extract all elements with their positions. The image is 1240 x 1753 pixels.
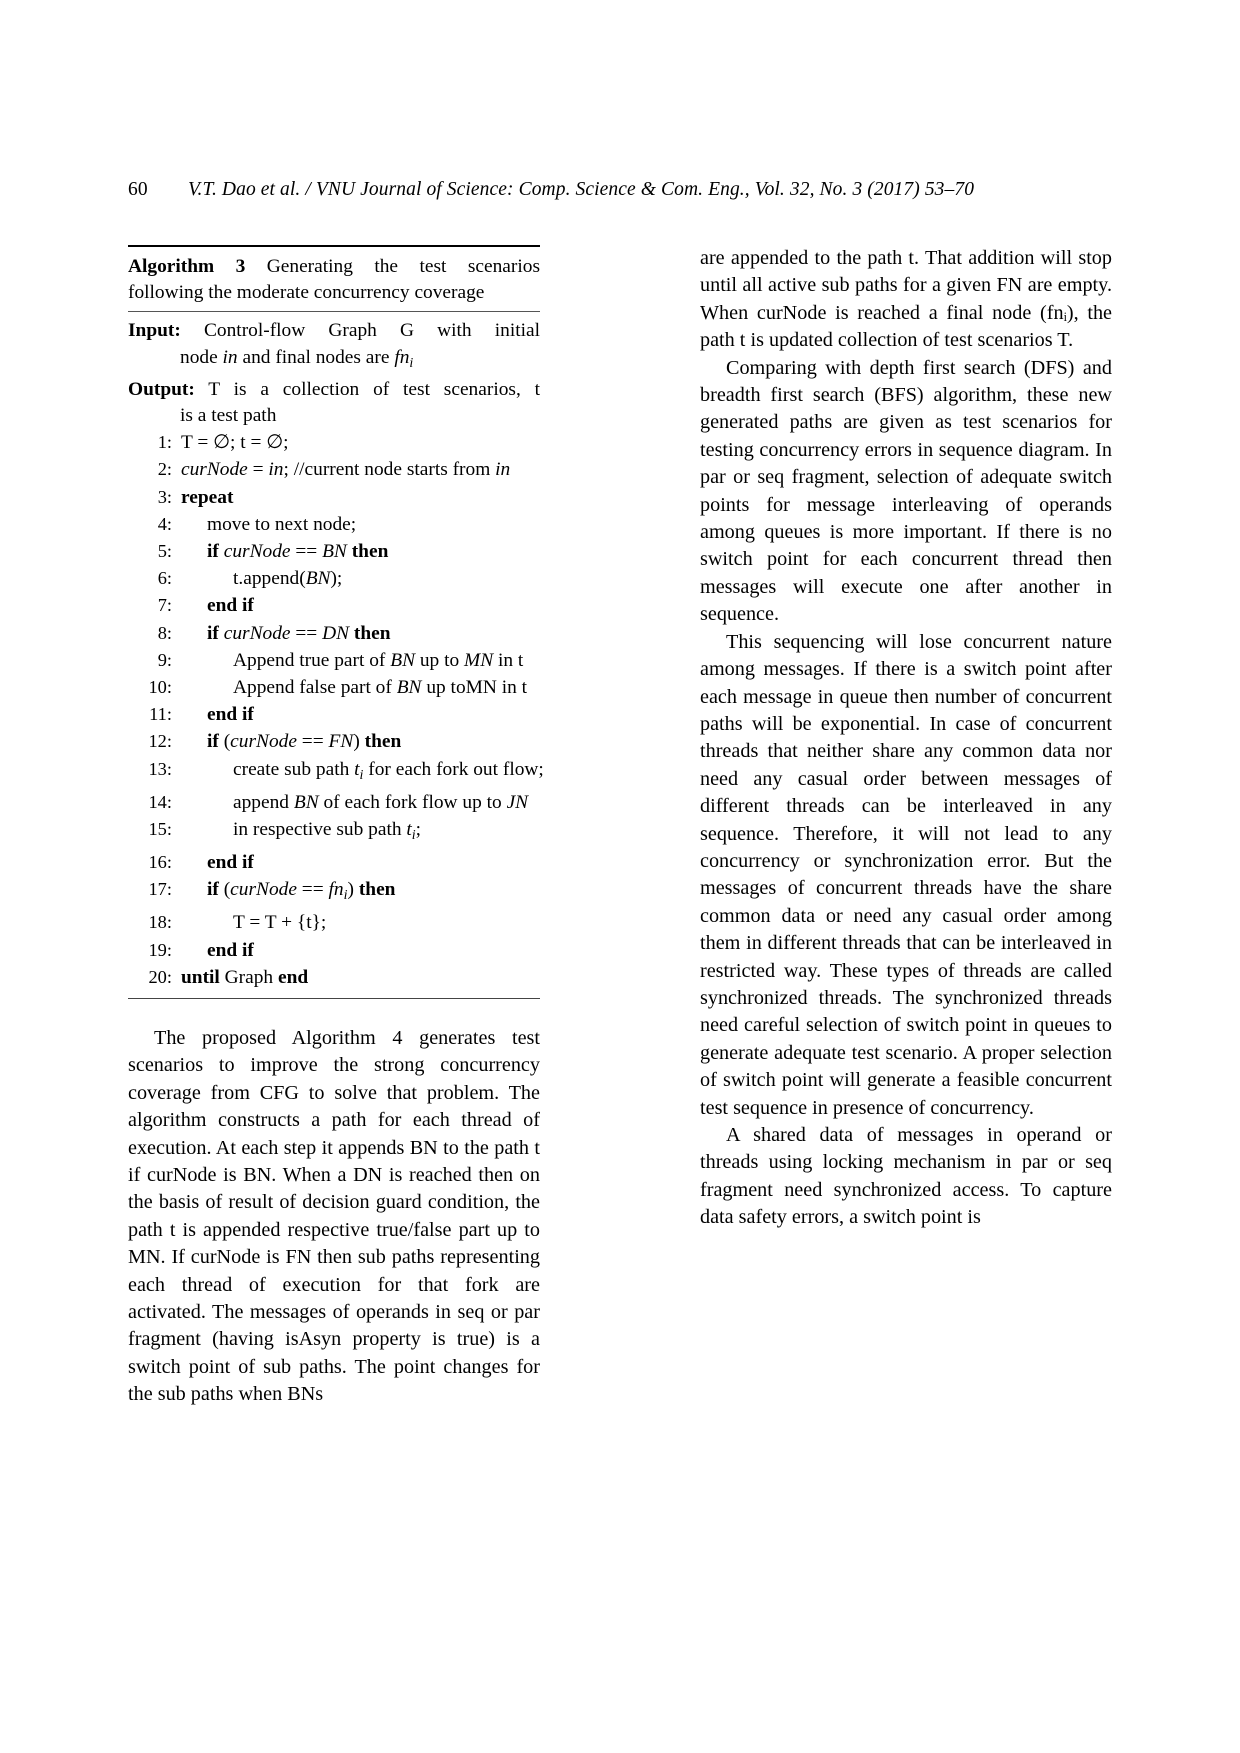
algorithm-line-number: 17: xyxy=(148,879,172,900)
algorithm-line-number: 8: xyxy=(157,622,172,643)
algorithm-output: Output: T is a collection of test scenar… xyxy=(128,377,540,429)
algorithm-line: 13: create sub path ti for each fork out … xyxy=(128,756,543,789)
algorithm-line: 11: end if xyxy=(128,701,540,728)
algorithm-line: 17: if (curNode == fni) then xyxy=(128,876,540,909)
right-paragraph-2: Comparing with depth first search (DFS) … xyxy=(700,356,1112,626)
algorithm-rule-bottom xyxy=(128,997,540,999)
algorithm-line: 20: until Graph end xyxy=(128,964,540,991)
running-head: 60 V.T. Dao et al. / VNU Journal of Scien… xyxy=(128,178,1118,202)
page-folio: 60 xyxy=(128,179,148,200)
algorithm-line-number: 16: xyxy=(148,851,172,872)
algorithm-line: 6: t.append(BN); xyxy=(128,565,540,592)
algorithm-title-line-2: following the moderate concurrency cover… xyxy=(128,280,540,306)
algorithm-line: 2: curNode = in; //current node starts fr… xyxy=(128,456,540,483)
algorithm-line-number: 12: xyxy=(148,731,172,752)
left-column: Algorithm 3 Generating the test scenario… xyxy=(128,245,544,1409)
input-var-in: in xyxy=(222,346,238,368)
running-head-citation: V.T. Dao et al. / VNU Journal of Science… xyxy=(188,179,975,200)
algorithm-line: 3: repeat xyxy=(128,484,540,511)
algorithm-line-code: end if xyxy=(207,851,254,873)
output-text-2: is a test path xyxy=(180,404,277,426)
algorithm-block: Algorithm 3 Generating the test scenario… xyxy=(128,245,544,999)
algorithm-line: 12: if (curNode == FN) then xyxy=(128,728,540,755)
output-label: Output: xyxy=(128,378,195,400)
algorithm-line-code: if curNode == BN then xyxy=(207,540,389,562)
algorithm-line-number: 10: xyxy=(148,676,172,697)
algorithm-line-number: 6: xyxy=(157,568,172,589)
algorithm-line-number: 1: xyxy=(157,432,172,453)
algorithm-label: Algorithm 3 xyxy=(128,256,246,277)
algorithm-line-list: 1: T = ∅; t = ∅; 2: curNode = in; //current… xyxy=(128,429,543,991)
algorithm-line-number: 15: xyxy=(148,818,172,839)
algorithm-line: 15: in respective sub path ti; xyxy=(128,816,540,849)
input-var-fn-subscript: i xyxy=(409,355,414,371)
algorithm-input-line-1: Input: Control-flow Graph G with initial xyxy=(128,318,540,344)
algorithm-line: 4: move to next node; xyxy=(128,511,540,538)
algorithm-line-number: 14: xyxy=(148,791,172,812)
algorithm-line-code: Append true part of BN up to MN in t xyxy=(233,649,524,671)
algorithm-line-code: if (curNode == FN) then xyxy=(207,731,402,753)
output-text-1: T is a collection of test scenarios, t xyxy=(208,378,541,400)
algorithm-line-code: T = ∅; t = ∅; xyxy=(181,432,289,454)
algorithm-rule-mid xyxy=(128,311,540,313)
right-column: are appended to the path t. That additio… xyxy=(700,245,1112,1409)
algorithm-line: 14: append BN of each fork flow up to JN xyxy=(128,789,540,816)
algorithm-line-code: end if xyxy=(207,595,254,617)
algorithm-line-code: Append false part of BN up toMN in t xyxy=(233,676,528,698)
algorithm-line-number: 5: xyxy=(157,540,172,561)
input-var-fn: fn xyxy=(394,346,410,368)
algorithm-line-number: 7: xyxy=(157,595,172,616)
algorithm-rule-top xyxy=(128,245,540,247)
algorithm-line-code: until Graph end xyxy=(181,966,309,988)
algorithm-line: 7: end if xyxy=(128,592,540,619)
algorithm-line: 18: T = T + {t}; xyxy=(128,909,540,936)
body-columns: Algorithm 3 Generating the test scenario… xyxy=(128,245,1112,1409)
algorithm-output-line-1: Output: T is a collection of test scenar… xyxy=(128,377,540,403)
algorithm-title-text-1: Generating the test scenarios xyxy=(266,256,540,277)
input-text-1: Control-flow Graph G with initial xyxy=(203,320,540,342)
right-paragraph-4: A shared data of messages in operand or … xyxy=(700,1124,1112,1229)
algorithm-line-code: end if xyxy=(207,939,254,961)
algorithm-line-code: move to next node; xyxy=(207,513,357,535)
input-text-2b: and final nodes are xyxy=(237,346,395,368)
right-paragraph-3: This sequencing will lose concurrent nat… xyxy=(700,630,1112,1119)
input-text-2a: node xyxy=(180,346,223,368)
algorithm-title-text-2: following the moderate concurrency cover… xyxy=(128,282,485,304)
algorithm-line: 8: if curNode == DN then xyxy=(128,620,540,647)
paper-page: 60 V.T. Dao et al. / VNU Journal of Scien… xyxy=(0,0,1240,1753)
algorithm-line-code: T = T + {t}; xyxy=(233,912,327,934)
algorithm-line: 1: T = ∅; t = ∅; xyxy=(128,429,540,456)
algorithm-line-code: curNode = in; //current node starts from… xyxy=(181,459,511,481)
algorithm-line-number: 19: xyxy=(148,939,172,960)
algorithm-line-number: 20: xyxy=(148,966,172,987)
algorithm-line-number: 2: xyxy=(157,459,172,480)
algorithm-input: Input: Control-flow Graph G with initial… xyxy=(128,318,540,376)
algorithm-line-number: 11: xyxy=(149,704,172,725)
algorithm-line-code: append BN of each fork flow up to JN xyxy=(233,791,529,813)
algorithm-title-line-1: Algorithm 3 Generating the test scenario… xyxy=(128,254,540,280)
left-paragraph-1: The proposed Algorithm 4 generates test … xyxy=(128,1026,540,1406)
algorithm-line: 16: end if xyxy=(128,849,540,876)
algorithm-line-number: 3: xyxy=(157,486,172,507)
algorithm-input-line-2: node in and final nodes are fni xyxy=(128,345,540,377)
algorithm-output-line-2: is a test path xyxy=(128,403,540,429)
algorithm-line-number: 18: xyxy=(148,912,172,933)
algorithm-line: 9: Append true part of BN up to MN in t xyxy=(128,647,540,674)
input-label: Input: xyxy=(128,320,181,342)
algorithm-line: 10: Append false part of BN up toMN in t xyxy=(128,674,540,701)
algorithm-line-number: 13: xyxy=(148,758,172,779)
algorithm-line-code: create sub path ti for each fork out flo… xyxy=(233,758,544,783)
right-paragraph-1: are appended to the path t. That additio… xyxy=(700,247,1112,352)
algorithm-line-number: 4: xyxy=(157,513,172,534)
algorithm-line: 5: if curNode == BN then xyxy=(128,538,540,565)
algorithm-line: 19: end if xyxy=(128,937,540,964)
algorithm-line-code: if (curNode == fni) then xyxy=(207,879,396,904)
algorithm-line-code: repeat xyxy=(181,486,234,508)
algorithm-line-code: in respective sub path ti; xyxy=(233,818,422,843)
algorithm-line-number: 9: xyxy=(157,649,172,670)
algorithm-line-code: t.append(BN); xyxy=(233,568,343,590)
algorithm-line-code: if curNode == DN then xyxy=(207,622,391,644)
algorithm-line-code: end if xyxy=(207,704,254,726)
